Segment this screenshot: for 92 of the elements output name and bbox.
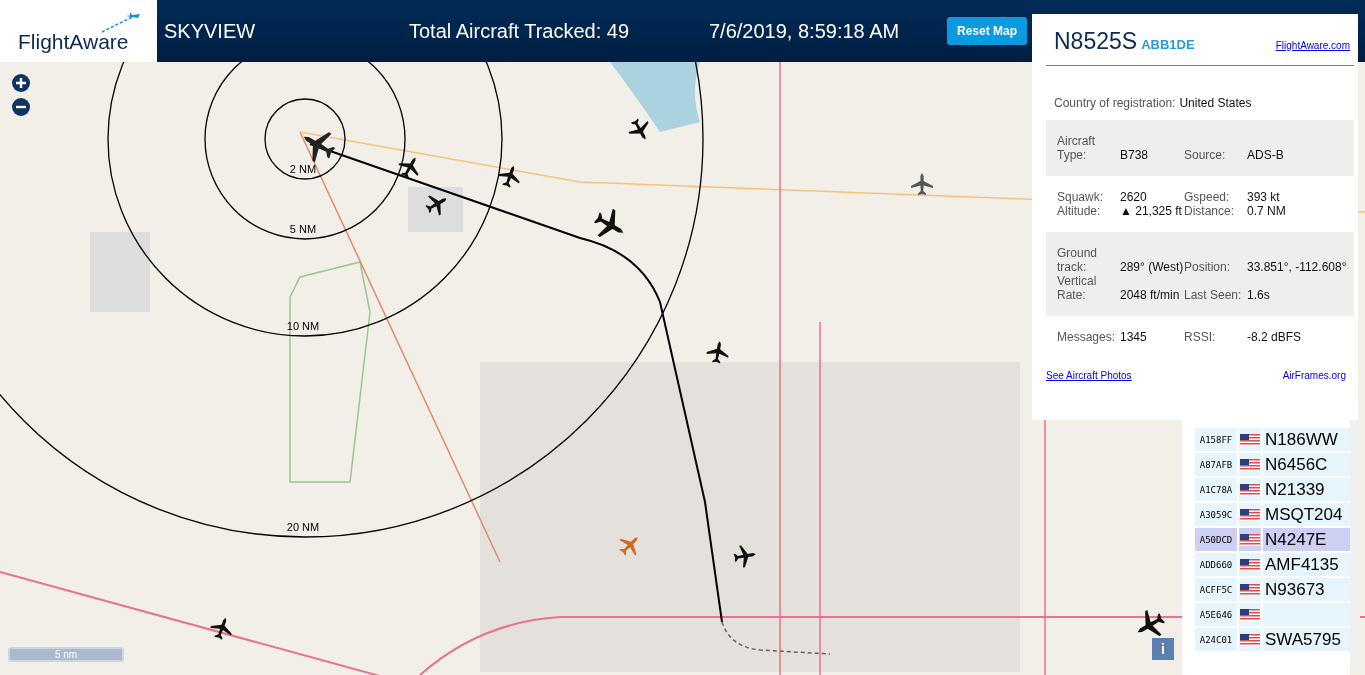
range-ring-label: 5 NM <box>289 223 317 235</box>
field-label: Last Seen: <box>1184 288 1243 302</box>
aircraft-row[interactable]: A5E646 <box>1195 603 1350 626</box>
callsign: N21339 <box>1263 478 1350 501</box>
aircraft-icon[interactable] <box>303 132 336 163</box>
field-value: 33.851°, -112.608° <box>1247 260 1348 274</box>
aircraft-icon[interactable] <box>593 208 624 237</box>
aircraft-row[interactable]: A87AFB N6456C <box>1195 453 1350 476</box>
scrollbar[interactable] <box>1350 400 1360 662</box>
field-value: ▲ 21,325 ft <box>1120 204 1183 218</box>
aircraft-icon[interactable] <box>733 545 756 568</box>
hex-code: ADD660 <box>1195 553 1237 576</box>
callsign: AMF4135 <box>1263 553 1350 576</box>
field-label: Ground track: <box>1057 246 1099 274</box>
plane-icon <box>100 10 140 34</box>
flag-icon <box>1240 583 1260 596</box>
range-ring-label: 2 NM <box>289 163 317 175</box>
info-button[interactable]: i <box>1152 638 1174 660</box>
aircraft-icon[interactable] <box>706 341 729 364</box>
field-label: Altitude: <box>1057 204 1102 218</box>
field-label: RSSI: <box>1184 330 1217 344</box>
field-label: Messages: <box>1057 330 1117 344</box>
field-label: Squawk: <box>1057 190 1105 204</box>
field-value: -8.2 dBFS <box>1247 330 1303 344</box>
callsign: N6456C <box>1263 453 1350 476</box>
flag-icon <box>1240 633 1260 646</box>
aircraft-row[interactable]: A50DCD N4247E <box>1195 528 1350 551</box>
flag-icon <box>1240 533 1260 546</box>
aircraft-icon[interactable] <box>398 157 419 179</box>
country-value: United States <box>1179 96 1252 110</box>
callsign: MSQT204 <box>1263 503 1350 526</box>
aircraft-photos-link[interactable]: See Aircraft Photos <box>1046 370 1132 381</box>
flag-icon <box>1240 608 1260 621</box>
field-value: 0.7 NM <box>1247 204 1287 218</box>
hex-code: A158FF <box>1195 428 1237 451</box>
aircraft-icon[interactable] <box>628 118 649 140</box>
country-label: Country of registration: <box>1054 96 1176 110</box>
logo[interactable]: FlightAware <box>0 0 157 62</box>
field-label: Aircraft Type: <box>1057 134 1096 162</box>
flag-icon <box>1240 558 1260 571</box>
field-label: Position: <box>1184 260 1232 274</box>
callsign: N93673 <box>1263 578 1350 601</box>
field-value: ADS-B <box>1247 148 1285 162</box>
callsign: N186WW <box>1263 428 1350 451</box>
field-value: 1345 <box>1120 330 1148 344</box>
field-value: 2048 ft/min <box>1120 288 1181 302</box>
field-value: 289° (West) <box>1120 260 1184 274</box>
field-label: Source: <box>1184 148 1227 162</box>
airframes-link[interactable]: AirFrames.org <box>1282 370 1346 381</box>
zoom-out-button[interactable] <box>12 98 30 116</box>
flag-icon <box>1240 508 1260 521</box>
flag-icon <box>1240 458 1260 471</box>
scale-bar: 5 nm <box>8 647 124 662</box>
aircraft-row[interactable]: A1C78A N21339 <box>1195 478 1350 501</box>
field-label: Gspeed: <box>1184 190 1231 204</box>
aircraft-icon[interactable] <box>210 617 232 640</box>
app-title: SKYVIEW <box>164 19 257 43</box>
aircraft-icon[interactable] <box>1137 610 1165 637</box>
aircraft-row[interactable]: A3059C MSQT204 <box>1195 503 1350 526</box>
hex-code: A5E646 <box>1195 603 1237 626</box>
hex-code: A87AFB <box>1195 453 1237 476</box>
hex-code: A1C78A <box>1195 478 1237 501</box>
range-ring-label: 20 NM <box>286 521 320 533</box>
hex-code: A24C01 <box>1195 628 1237 651</box>
aircraft-icon[interactable] <box>911 173 933 195</box>
zoom-in-button[interactable] <box>12 74 30 92</box>
logo-text: FlightAware <box>18 30 129 54</box>
registration: N8525S <box>1054 28 1138 55</box>
field-label: Vertical Rate: <box>1057 274 1098 302</box>
hex-code: ACFF5C <box>1195 578 1237 601</box>
aircraft-icon[interactable] <box>498 165 520 188</box>
hex-code: ABB1DE <box>1141 37 1195 52</box>
aircraft-count: Total Aircraft Tracked: 49 <box>409 19 631 43</box>
hex-code: A3059C <box>1195 503 1237 526</box>
range-ring-label: 10 NM <box>286 320 320 332</box>
aircraft-row[interactable]: ACFF5C N93673 <box>1195 578 1350 601</box>
flag-icon <box>1240 483 1260 496</box>
aircraft-row[interactable]: A158FF N186WW <box>1195 428 1350 451</box>
flag-icon <box>1240 433 1260 446</box>
aircraft-icon[interactable] <box>425 195 447 216</box>
flightaware-link[interactable]: FlightAware.com <box>1275 40 1350 51</box>
callsign: SWA5795 <box>1263 628 1350 651</box>
field-value: 2620 <box>1120 190 1148 204</box>
field-label: Distance: <box>1184 204 1236 218</box>
aircraft-row[interactable]: ADD660 AMF4135 <box>1195 553 1350 576</box>
field-value: 393 kt <box>1247 190 1281 204</box>
aircraft-row[interactable]: A24C01 SWA5795 <box>1195 628 1350 651</box>
hex-code: A50DCD <box>1195 528 1237 551</box>
field-value: 1.6s <box>1247 288 1271 302</box>
field-value: B738 <box>1120 148 1150 162</box>
callsign: N4247E <box>1263 528 1350 551</box>
date-time: 7/6/2019, 8:59:18 AM <box>709 19 901 43</box>
